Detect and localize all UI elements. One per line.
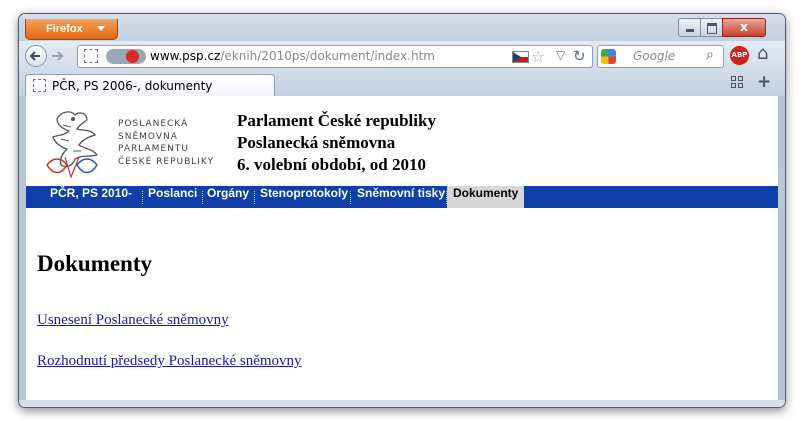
navigation-toolbar: www.psp.cz/eknih/2010ps/dokument/index.h…: [19, 41, 785, 72]
header-line: 6. volební období, od 2010: [237, 155, 426, 174]
forward-button[interactable]: [49, 48, 65, 64]
close-button[interactable]: x: [722, 18, 766, 37]
search-bar[interactable]: Google ⌕: [597, 45, 724, 68]
title-bar: Firefox x: [19, 14, 785, 41]
flag-cz-icon: [512, 51, 529, 63]
url-domain: www.psp.cz: [150, 49, 221, 63]
window-bottom-edge: [19, 400, 785, 407]
tab-title: PČR, PS 2006-, dokumenty: [52, 79, 213, 93]
stop-icon[interactable]: [126, 50, 139, 63]
link-rozhodnuti[interactable]: Rozhodnutí předsedy Poslanecké sněmovny: [37, 353, 302, 370]
firefox-menu-label: Firefox: [46, 23, 83, 35]
nav-item-stenoprotokoly[interactable]: Stenoprotokoly: [260, 186, 348, 208]
minimize-icon: [686, 29, 694, 32]
logo-wordmark: POSLANECKÁ SNĚMOVNA PARLAMENTU ČESKÉ REP…: [118, 118, 214, 168]
browser-window: Firefox x www.psp.cz/eknih/2010ps/dokume…: [18, 13, 786, 408]
maximize-icon: [707, 23, 717, 34]
logo-line: POSLANECKÁ: [118, 119, 189, 129]
chevron-down-icon: [97, 26, 105, 31]
site-identity-icon[interactable]: [84, 49, 98, 63]
nav-item-dokumenty[interactable]: Dokumenty: [447, 186, 525, 208]
nav-separator: [350, 191, 351, 204]
logo-line: PARLAMENTU: [118, 144, 189, 154]
site-header-title: Parlament České republiky Poslanecká sně…: [237, 110, 436, 176]
nav-item-pcr[interactable]: PČR, PS 2010-: [50, 186, 132, 208]
maximize-button[interactable]: [700, 18, 723, 37]
logo-line: ČESKÉ REPUBLIKY: [118, 156, 215, 167]
header-line: Poslanecká sněmovna: [237, 133, 396, 152]
bookmark-star-icon[interactable]: ☆: [531, 47, 545, 66]
page-title: Dokumenty: [37, 251, 153, 276]
site-navigation: PČR, PS 2010- Poslanci Orgány Stenoproto…: [26, 186, 778, 208]
tab-list-icon[interactable]: [731, 76, 744, 89]
lion-emblem-icon: [46, 111, 99, 179]
search-icon[interactable]: ⌕: [706, 47, 714, 63]
nav-item-snemovni-tisky[interactable]: Sněmovní tisky: [357, 186, 445, 208]
nav-separator: [202, 191, 203, 204]
reload-icon[interactable]: ↻: [573, 47, 586, 65]
nav-separator: [254, 191, 255, 204]
url-path: /eknih/2010ps/dokument/index.htm: [220, 49, 435, 63]
url-dropdown-icon[interactable]: ▽: [556, 48, 565, 62]
minimize-button[interactable]: [678, 18, 701, 37]
tab-active[interactable]: PČR, PS 2006-, dokumenty: [25, 74, 275, 96]
page-icon: [33, 79, 46, 92]
close-icon: x: [740, 20, 748, 34]
back-icon: [29, 51, 40, 61]
logo-line: SNĚMOVNA: [118, 131, 178, 142]
nav-item-organy[interactable]: Orgány: [207, 186, 249, 208]
forward-icon: [52, 51, 64, 61]
search-placeholder: Google: [633, 49, 676, 63]
nav-item-poslanci[interactable]: Poslanci: [148, 186, 197, 208]
firefox-menu-button[interactable]: Firefox: [25, 19, 118, 40]
google-icon[interactable]: [601, 49, 616, 64]
home-icon[interactable]: ⌂: [757, 43, 768, 64]
back-button[interactable]: [25, 45, 47, 67]
nav-separator: [142, 191, 143, 204]
page-content: POSLANECKÁ SNĚMOVNA PARLAMENTU ČESKÉ REP…: [26, 96, 778, 400]
parliament-logo: [43, 105, 103, 179]
tab-strip: PČR, PS 2006-, dokumenty +: [19, 72, 785, 96]
new-tab-icon[interactable]: +: [757, 72, 771, 92]
link-usneseni[interactable]: Usnesení Poslanecké sněmovny: [37, 312, 229, 329]
url-text: www.psp.cz/eknih/2010ps/dokument/index.h…: [150, 49, 435, 63]
adblock-icon[interactable]: ABP: [730, 46, 749, 65]
header-line: Parlament České republiky: [237, 111, 436, 130]
url-bar[interactable]: www.psp.cz/eknih/2010ps/dokument/index.h…: [77, 45, 593, 68]
